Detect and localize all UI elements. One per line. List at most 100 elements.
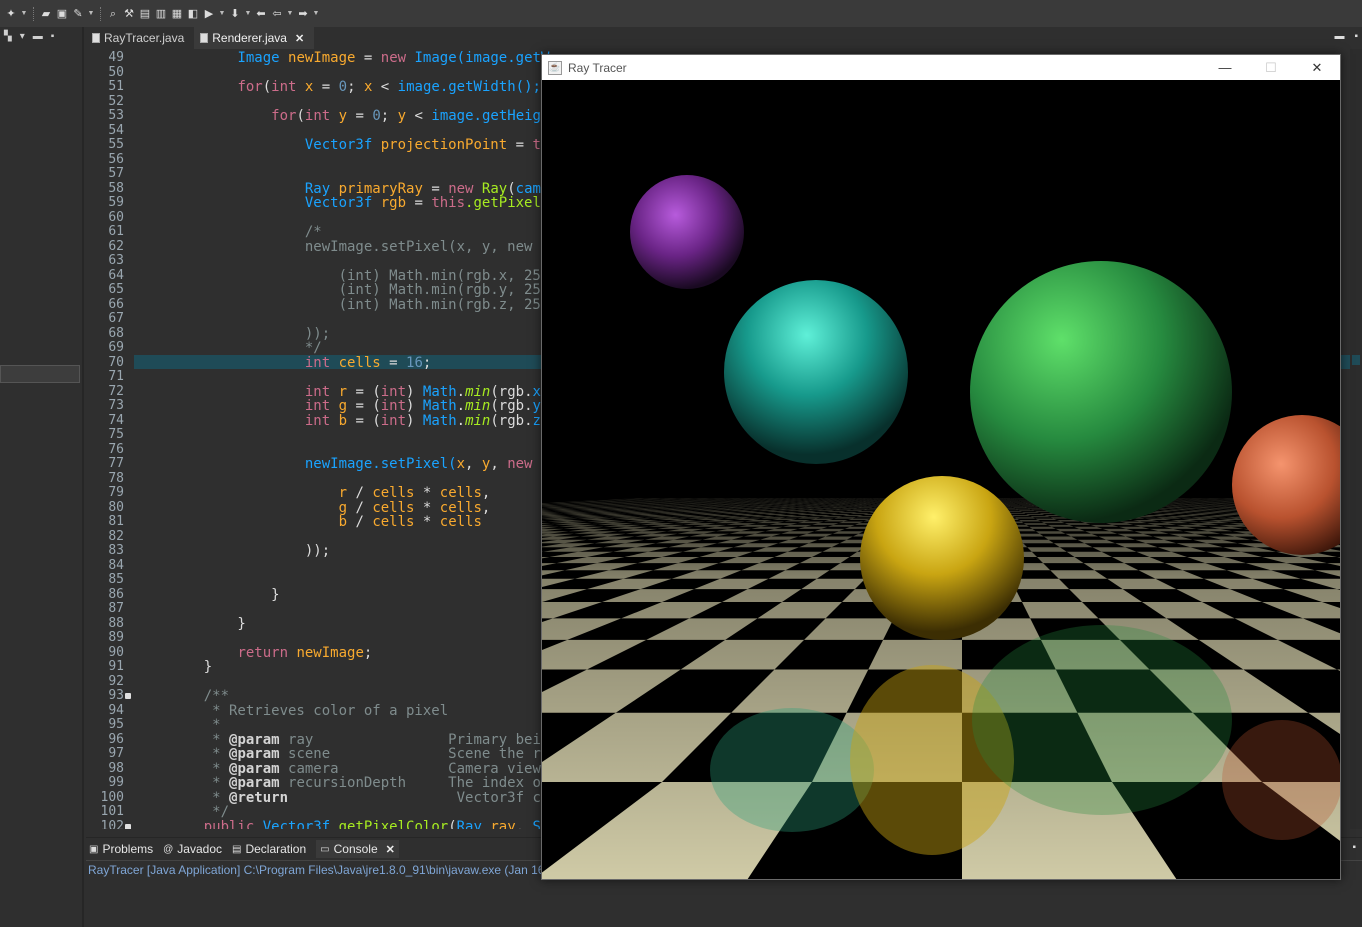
code-line: public Vector3f getPixelColor(Ray ray, S <box>203 818 541 829</box>
line-number: 68 <box>108 325 124 341</box>
tab-renderer-java[interactable]: Renderer.java ✕ <box>194 27 315 49</box>
line-number: 102 <box>100 818 124 829</box>
maximize-icon[interactable]: ▪ <box>51 31 55 42</box>
minimize-icon[interactable]: ▬ <box>33 31 43 42</box>
code-comment: (int) Math.min(rgb.z, 255) <box>170 296 558 313</box>
purple-sphere <box>630 175 744 289</box>
new-wizard-icon[interactable]: ✦ <box>4 7 18 21</box>
search-icon[interactable]: ⌕ <box>106 7 120 21</box>
back-icon[interactable]: ⇦ <box>270 7 284 21</box>
line-number: 71 <box>108 369 124 384</box>
selected-tree-item[interactable] <box>0 365 80 383</box>
line-number: 75 <box>108 427 124 442</box>
close-button[interactable]: ✕ <box>1294 55 1340 80</box>
line-number: 70 <box>108 354 124 370</box>
toolbar-separator <box>100 6 101 21</box>
tab-label: RayTracer.java <box>104 31 185 45</box>
maximize-button: ☐ <box>1265 59 1277 75</box>
tab-raytracer-java[interactable]: RayTracer.java <box>86 27 194 49</box>
tab-problems[interactable]: ▣ Problems <box>89 842 153 856</box>
forward-icon[interactable]: ➡ <box>296 7 310 21</box>
code-line: return newImage; <box>237 644 373 661</box>
line-number: 60 <box>108 209 124 225</box>
line-number: 82 <box>108 528 124 544</box>
line-number: 62 <box>108 238 124 254</box>
line-number: 64 <box>108 267 124 283</box>
brush-icon[interactable]: ✎ <box>71 7 85 21</box>
line-number: 79 <box>108 485 124 500</box>
line-number: 89 <box>108 630 124 645</box>
java-file-icon <box>92 33 100 43</box>
maximize-icon[interactable]: ▪ <box>1354 31 1358 42</box>
code-line: b / cells * cells <box>338 514 482 530</box>
line-number: 99 <box>108 775 124 790</box>
console-output[interactable] <box>86 880 1362 927</box>
fold-marker-icon[interactable] <box>125 823 131 829</box>
tab-declaration[interactable]: ▤ Declaration <box>232 842 306 856</box>
chevron-down-icon[interactable]: ▼ <box>286 10 294 17</box>
back-icon[interactable]: ⬅ <box>254 7 268 21</box>
line-number: 97 <box>108 746 124 761</box>
java-app-icon: ☕ <box>548 60 562 75</box>
build-icon[interactable]: ⚒ <box>122 7 136 21</box>
line-number: 93 <box>108 688 124 703</box>
open-type-icon[interactable]: ▣ <box>55 7 69 21</box>
run-icon[interactable]: ▶ <box>202 7 216 21</box>
line-number: 57 <box>108 166 124 181</box>
interface-icon[interactable]: ▦ <box>170 7 184 21</box>
code-comment: newImage.setPixel(x, y, new Pi <box>170 238 558 255</box>
maximize-icon[interactable]: ▪ <box>1352 842 1356 853</box>
line-number: 81 <box>108 514 124 529</box>
package-icon[interactable]: ▤ <box>138 7 152 21</box>
line-number: 84 <box>108 557 124 573</box>
green-sphere <box>970 261 1232 523</box>
chevron-down-icon[interactable]: ▼ <box>20 10 28 17</box>
line-number: 49 <box>108 50 124 65</box>
close-icon[interactable]: ✕ <box>386 843 395 856</box>
line-number: 88 <box>108 615 124 631</box>
tab-label: Problems <box>102 842 154 856</box>
line-number-gutter: 49 50 51 52 53 54 55 56 57 58 59 60 61 62 63 64 65 66 67 68… <box>86 49 134 829</box>
line-number: 92 <box>108 673 124 689</box>
line-number: 95 <box>108 717 124 732</box>
code-comment: /* <box>170 224 322 240</box>
chevron-down-icon[interactable]: ▼ <box>244 10 252 17</box>
line-number: 86 <box>108 586 124 602</box>
fold-marker-icon[interactable] <box>125 693 131 699</box>
code-line: int b = (int) Math.min(rgb.z, <box>304 412 550 429</box>
code-line: for(int x = 0; x < image.getWidth(); <box>237 79 550 95</box>
javadoc-line: * <box>170 717 221 733</box>
javadoc-icon: @ <box>163 843 174 855</box>
toggle-icon[interactable]: ◧ <box>186 7 200 21</box>
tab-label: Console <box>333 842 378 856</box>
chevron-down-icon[interactable]: ▼ <box>218 10 226 17</box>
editor-scrollbar[interactable] <box>1350 49 1362 829</box>
line-number: 80 <box>108 499 124 515</box>
line-number: 58 <box>108 180 124 196</box>
panel-toolbar: ▚ ▾ ▬ ▪ <box>0 27 82 45</box>
minimize-icon[interactable]: ▬ <box>1334 31 1344 42</box>
tab-console[interactable]: ▭ Console ✕ <box>316 840 399 858</box>
close-icon[interactable]: ✕ <box>295 32 304 45</box>
debug-icon[interactable]: ⬇ <box>228 7 242 21</box>
window-titlebar[interactable]: ☕ Ray Tracer — ☐ ✕ <box>542 55 1340 80</box>
chevron-down-icon[interactable]: ▼ <box>312 10 320 17</box>
chevron-down-icon[interactable]: ▼ <box>87 10 95 17</box>
minimize-button[interactable]: — <box>1202 55 1248 80</box>
collapse-all-icon[interactable]: ▚ <box>4 31 12 42</box>
line-number: 76 <box>108 441 124 457</box>
open-folder-icon[interactable]: ▰ <box>39 7 53 21</box>
java-file-icon <box>200 33 209 43</box>
window-title: Ray Tracer <box>568 60 627 75</box>
code-line: newImage.setPixel(x, y, new Pi <box>304 456 558 472</box>
line-number: 50 <box>108 64 124 80</box>
line-number: 85 <box>108 572 124 587</box>
line-number: 51 <box>108 79 124 94</box>
line-number: 96 <box>108 731 124 747</box>
problems-icon: ▣ <box>89 843 99 855</box>
ray-tracer-window[interactable]: ☕ Ray Tracer — ☐ ✕ <box>541 54 1341 880</box>
line-number: 67 <box>108 311 124 326</box>
class-icon[interactable]: ▥ <box>154 7 168 21</box>
tab-javadoc[interactable]: @ Javadoc <box>163 842 222 856</box>
chevron-down-icon[interactable]: ▾ <box>20 31 25 42</box>
